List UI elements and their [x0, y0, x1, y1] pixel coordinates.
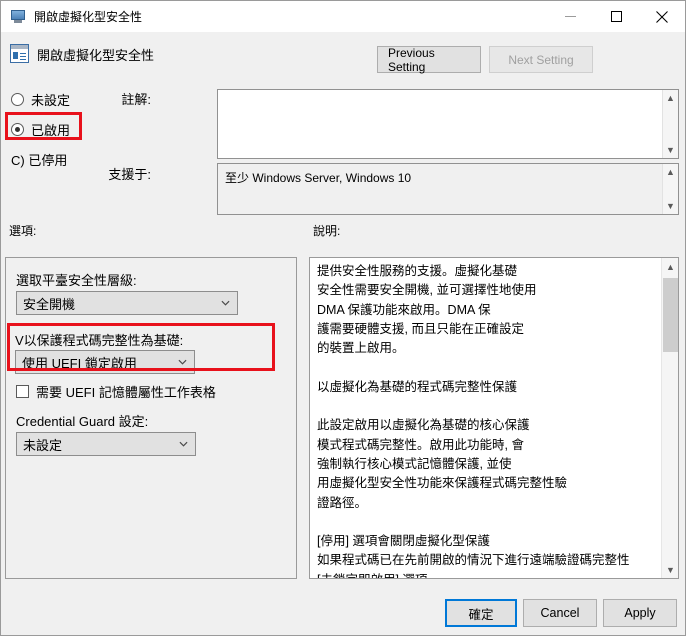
platform-security-level-value: 安全開機 [23, 296, 76, 312]
radio-enabled[interactable]: 已啟用 [11, 120, 70, 139]
radio-circle-selected-icon [11, 123, 24, 136]
supported-on-value: 至少 Windows Server, Windows 10 [225, 171, 412, 185]
radio-not-configured-label: 未設定 [31, 93, 71, 108]
supported-on-field: 至少 Windows Server, Windows 10 ▲ ▼ [217, 163, 679, 215]
chevron-up-icon[interactable]: ▲ [662, 258, 678, 275]
radio-enabled-label: 已啟用 [31, 123, 71, 138]
platform-security-level-select[interactable]: 安全開機 [16, 291, 238, 315]
supported-on-scrollbar[interactable]: ▲ ▼ [662, 164, 678, 214]
checkbox-icon [16, 385, 29, 398]
vbs-code-integrity-select[interactable]: 使用 UEFI 鎖定啟用 [15, 350, 195, 374]
setting-title: 開啟虛擬化型安全性 [37, 48, 155, 63]
chevron-down-icon [178, 359, 187, 365]
comment-input[interactable]: ▲ ▼ [217, 89, 679, 159]
options-section-label: 選項: [9, 224, 37, 238]
next-setting-button: Next Setting [489, 46, 593, 73]
platform-security-level-label: 選取平臺安全性層級: [16, 273, 137, 288]
title-bar: 開啟虛擬化型安全性 [1, 1, 685, 32]
help-panel[interactable]: 提供安全性服務的支援。虛擬化基礎 安全性需要安全開機, 並可選擇性地使用 DMA… [309, 257, 679, 579]
radio-circle-icon [11, 93, 24, 106]
cancel-button[interactable]: Cancel [523, 599, 597, 627]
monitor-icon [10, 9, 26, 25]
chevron-down-icon [179, 441, 188, 447]
radio-not-configured[interactable]: 未設定 [11, 90, 70, 109]
group-policy-setting-dialog: 開啟虛擬化型安全性 開啟虛擬化型安全性 Previous Setting Nex… [0, 0, 686, 636]
help-text: 提供安全性服務的支援。虛擬化基礎 安全性需要安全開機, 並可選擇性地使用 DMA… [317, 264, 630, 578]
previous-setting-button[interactable]: Previous Setting [377, 46, 481, 74]
minimize-icon[interactable] [547, 1, 593, 32]
credential-guard-label: Credential Guard 設定: [16, 414, 149, 429]
options-panel: 選取平臺安全性層級: 安全開機 V以保護程式碼完整性為基礎: 使用 UEFI 鎖… [5, 257, 297, 579]
comment-label: 註解: [121, 92, 151, 107]
credential-guard-select[interactable]: 未設定 [16, 432, 196, 456]
radio-disabled-label: C) 已停用 [11, 153, 68, 168]
scrollbar-thumb[interactable] [663, 278, 678, 352]
maximize-icon[interactable] [593, 1, 639, 32]
chevron-down-icon[interactable]: ▼ [663, 198, 679, 214]
window-controls [547, 1, 685, 32]
policy-setting-icon [10, 44, 29, 63]
radio-disabled[interactable]: C) 已停用 [11, 150, 67, 169]
credential-guard-value: 未設定 [23, 437, 63, 453]
supported-on-label: 支援于: [108, 167, 151, 182]
chevron-up-icon[interactable]: ▲ [663, 164, 679, 180]
apply-button[interactable]: Apply [603, 599, 677, 627]
comment-scrollbar[interactable]: ▲ ▼ [662, 90, 678, 158]
chevron-down-icon[interactable]: ▼ [662, 561, 678, 578]
chevron-down-icon[interactable]: ▼ [663, 142, 679, 158]
chevron-down-icon [221, 300, 230, 306]
vbs-code-integrity-label: V以保護程式碼完整性為基礎: [15, 333, 184, 348]
chevron-up-icon[interactable]: ▲ [663, 90, 679, 106]
uefi-memory-attributes-label: 需要 UEFI 記憶體屬性工作表格 [36, 385, 216, 400]
close-icon[interactable] [639, 1, 685, 32]
help-section-label: 說明: [313, 224, 341, 238]
window-title: 開啟虛擬化型安全性 [34, 10, 143, 24]
ok-button[interactable]: 確定 [445, 599, 517, 627]
help-scrollbar[interactable]: ▲ ▼ [661, 258, 678, 578]
vbs-code-integrity-value: 使用 UEFI 鎖定啟用 [22, 355, 137, 371]
uefi-memory-attributes-checkbox[interactable]: 需要 UEFI 記憶體屬性工作表格 [16, 382, 216, 401]
